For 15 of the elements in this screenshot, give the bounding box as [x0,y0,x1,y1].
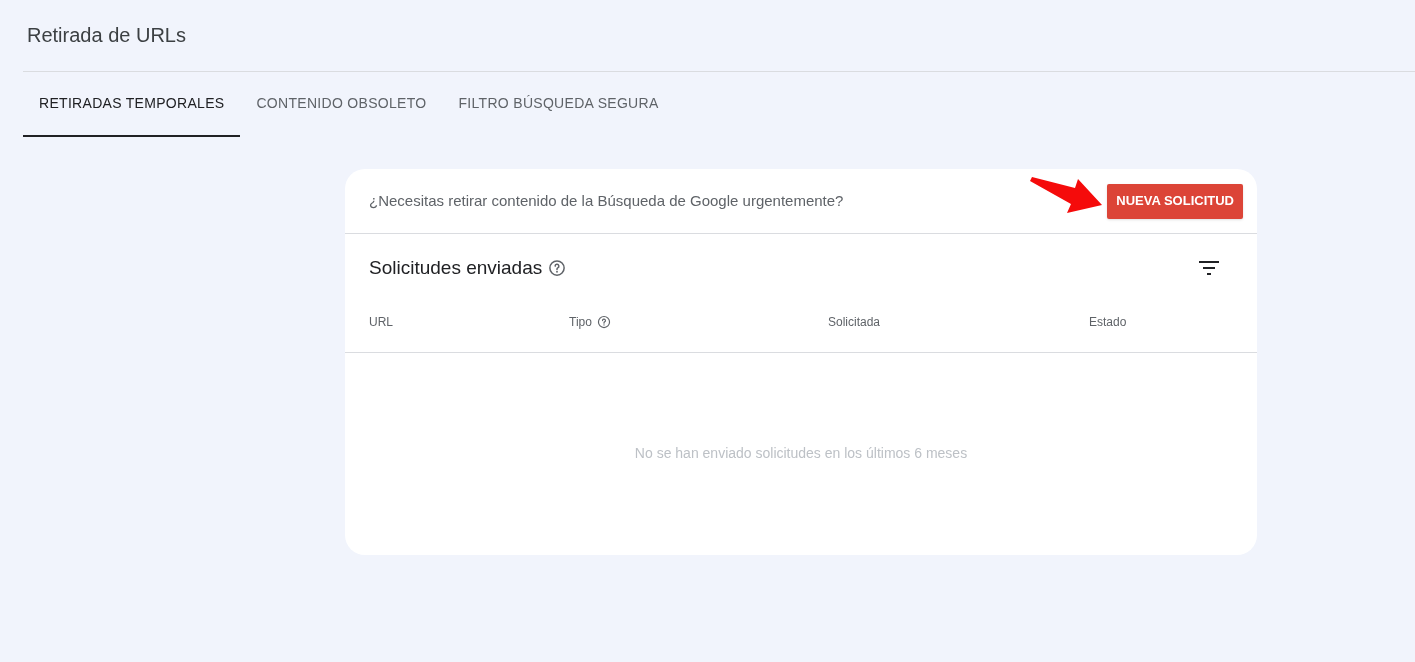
column-header: Tipo [569,314,592,331]
filter-icon[interactable] [1199,261,1219,276]
column-header: URL [369,314,393,331]
section-title: Solicitudes enviadas [369,256,543,280]
page-title: Retirada de URLs [27,22,186,48]
new-request-button[interactable]: NUEVA SOLICITUD [1107,183,1243,219]
empty-message: No se han enviado solicitudes en los últimos 6 meses [634,443,968,463]
tab[interactable]: RETIRADAS TEMPORALES [23,72,241,137]
tab[interactable]: CONTENIDO OBSOLETO [240,72,443,137]
banner-text: ¿Necesitas retirar contenido de la Búsqueda de Google urgentemente? [369,190,844,211]
help-icon[interactable] [596,315,611,329]
column-header: Estado [1089,314,1127,331]
tab[interactable]: FILTRO BÚSQUEDA SEGURA [442,72,675,137]
column-header: Solicitada [828,314,881,331]
help-icon[interactable] [548,259,567,278]
